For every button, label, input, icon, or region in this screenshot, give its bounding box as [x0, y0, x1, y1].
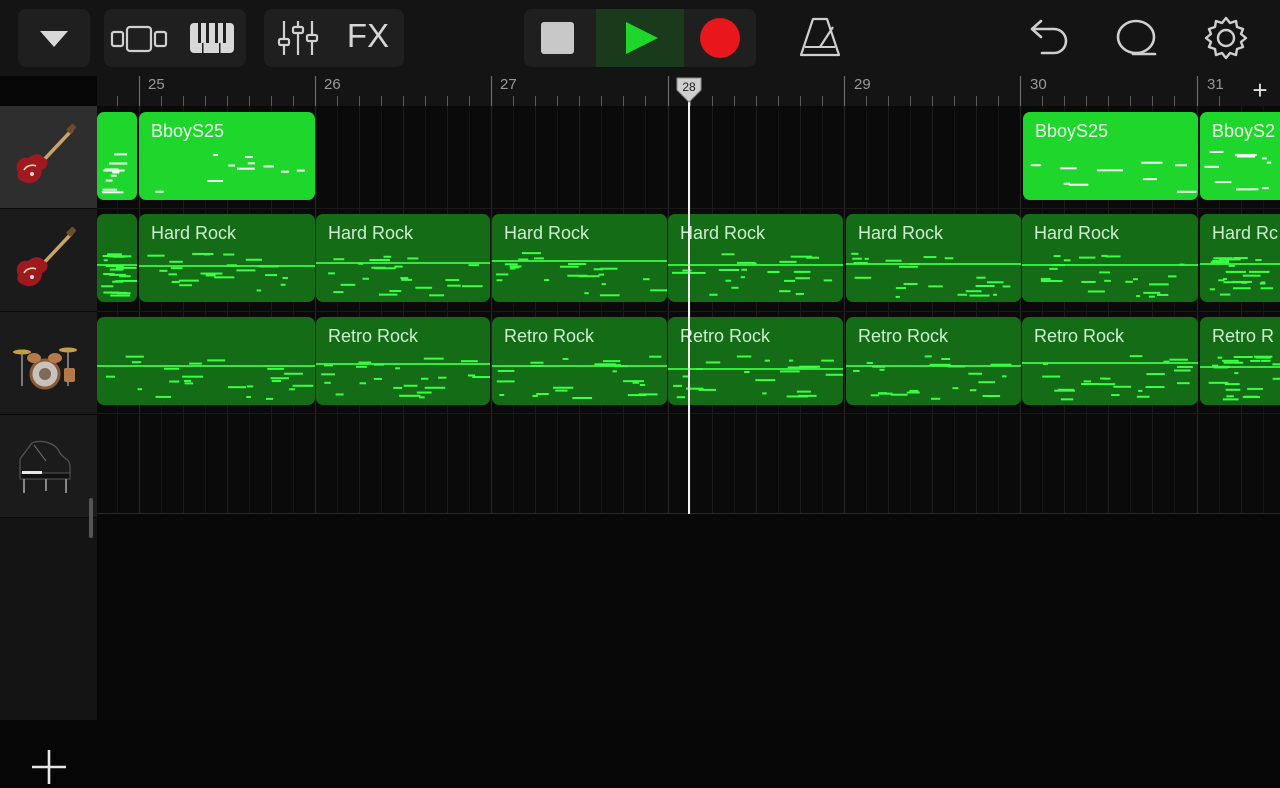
region-name: Retro Rock — [328, 326, 419, 346]
toolbar: FX — [0, 0, 1280, 76]
transport-group — [524, 9, 756, 67]
region-hard-rock[interactable]: Hard Rock — [668, 214, 843, 302]
record-icon — [700, 18, 740, 58]
region-bboys25[interactable]: BboyS25 — [139, 112, 315, 200]
midi-notes — [97, 253, 137, 297]
empty-arrangement-area — [97, 514, 1280, 720]
region-name: Retro Rock — [858, 326, 949, 346]
region-hard-rock[interactable]: Hard Rc — [1200, 214, 1280, 302]
loop-icon[interactable] — [1111, 13, 1161, 63]
bar-number-27: 27 — [500, 76, 517, 93]
track-header-1[interactable] — [0, 106, 97, 209]
region-name: BboyS25 — [151, 121, 225, 141]
region-name: Hard Rock — [680, 223, 766, 243]
mixer-sliders-icon[interactable] — [264, 9, 334, 67]
play-icon — [626, 22, 658, 54]
stop-button[interactable] — [524, 9, 596, 67]
region-bboy-partial[interactable] — [97, 112, 137, 200]
playhead-handle[interactable]: 28 — [675, 76, 703, 104]
region-retro-rock-partial[interactable] — [97, 317, 315, 405]
region-name: Retro R — [1212, 326, 1275, 346]
track-headers — [0, 106, 97, 784]
track-list-scroll-indicator[interactable] — [89, 498, 93, 538]
region-hard-rock[interactable]: Hard Rock — [846, 214, 1021, 302]
gear-icon[interactable] — [1201, 13, 1251, 63]
region-hard-rock[interactable]: Hard Rock — [316, 214, 490, 302]
view-button-group — [104, 9, 246, 67]
region-retro-rock[interactable]: Retro Rock — [668, 317, 843, 405]
triangle-down-icon — [40, 31, 68, 47]
track-header-2[interactable] — [0, 209, 97, 312]
midi-notes — [102, 153, 128, 194]
region-name: Hard Rock — [858, 223, 944, 243]
region-name: BboyS25 — [1035, 121, 1109, 141]
metronome-icon[interactable] — [795, 13, 845, 63]
bar-number-30: 30 — [1030, 76, 1047, 93]
region-name: BboyS2 — [1212, 121, 1276, 141]
grand-piano-icon — [19, 440, 71, 493]
region-name: Hard Rock — [151, 223, 237, 243]
midi-notes — [97, 355, 315, 400]
bar-number-25: 25 — [148, 76, 165, 93]
play-button[interactable] — [596, 9, 684, 67]
region-name: Hard Rock — [1034, 223, 1120, 243]
region-name: Retro Rock — [504, 326, 595, 346]
tracks-view-icon[interactable] — [104, 9, 174, 67]
region-bboys25[interactable]: BboyS25 — [1023, 112, 1198, 200]
region-retro-rock[interactable]: Retro Rock — [492, 317, 667, 405]
region-hard-rock[interactable]: Hard Rock — [1022, 214, 1198, 302]
browser-dropdown-button[interactable] — [18, 9, 90, 67]
track-header-4[interactable] — [0, 415, 97, 518]
track-header-3[interactable] — [0, 312, 97, 415]
region-retro-rock[interactable]: Retro Rock — [316, 317, 490, 405]
playhead-line — [688, 96, 690, 514]
region-name: Hard Rock — [504, 223, 590, 243]
region-hard-rock-partial[interactable] — [97, 214, 137, 302]
region-hard-rock[interactable]: Hard Rock — [492, 214, 667, 302]
add-track-icon[interactable] — [28, 746, 70, 788]
region-hard-rock[interactable]: Hard Rock — [139, 214, 315, 302]
region-retro-rock[interactable]: Retro Rock — [1022, 317, 1198, 405]
fx-button[interactable]: FX — [336, 17, 400, 55]
drum-kit-icon — [13, 347, 77, 390]
svg-text:28: 28 — [682, 80, 696, 94]
add-section-button[interactable]: + — [1240, 76, 1280, 106]
record-button[interactable] — [684, 9, 756, 67]
region-name: Hard Rc — [1212, 223, 1279, 243]
stop-icon — [541, 22, 574, 54]
region-bboys25[interactable]: BboyS2 — [1200, 112, 1280, 200]
region-name: Retro Rock — [1034, 326, 1125, 346]
electric-guitar-icon — [16, 227, 77, 287]
region-name: Retro Rock — [680, 326, 771, 346]
undo-icon[interactable] — [1020, 13, 1070, 63]
region-retro-rock[interactable]: Retro Rock — [846, 317, 1021, 405]
electric-guitar-icon — [16, 124, 77, 184]
bar-number-29: 29 — [854, 76, 871, 93]
region-name: Hard Rock — [328, 223, 414, 243]
bar-number-26: 26 — [324, 76, 341, 93]
region-retro-rock[interactable]: Retro R — [1200, 317, 1280, 405]
piano-keys-icon[interactable] — [188, 9, 248, 67]
bar-number-31: 31 — [1207, 76, 1224, 93]
